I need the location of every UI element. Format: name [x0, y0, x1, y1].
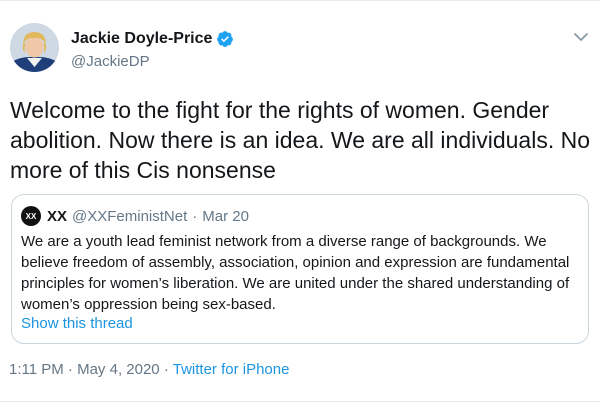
quoted-tweet-text: We are a youth lead feminist network fro…: [21, 233, 570, 313]
tweet-time[interactable]: 1:11 PM: [9, 361, 64, 378]
tweet-text: Welcome to the fight for the rights of w…: [10, 97, 590, 183]
quoted-tweet[interactable]: XX XX @XXFeministNet · Mar 20 We are a y…: [11, 194, 589, 344]
author-avatar[interactable]: [10, 23, 59, 72]
author-handle[interactable]: @JackieDP: [71, 53, 150, 70]
meta-separator: ·: [163, 361, 169, 378]
tweet-card: Jackie Doyle-Price @JackieDP Welcome to …: [0, 0, 600, 402]
show-thread-link[interactable]: Show this thread: [21, 315, 133, 332]
quoted-author-avatar[interactable]: XX: [21, 206, 41, 226]
quoted-author-name[interactable]: XX: [47, 208, 67, 225]
quoted-tweet-header: XX XX @XXFeministNet · Mar 20: [21, 206, 249, 226]
quoted-date[interactable]: Mar 20: [202, 208, 249, 225]
author-name[interactable]: Jackie Doyle-Price: [71, 30, 234, 48]
quoted-separator: ·: [192, 207, 198, 225]
author-name-text[interactable]: Jackie Doyle-Price: [71, 30, 212, 48]
meta-separator: ·: [67, 361, 73, 378]
verified-badge-icon: [217, 31, 234, 47]
tweet-date[interactable]: May 4, 2020: [77, 361, 160, 378]
tweet-meta: 1:11 PM · May 4, 2020 · Twitter for iPho…: [9, 361, 289, 378]
tweet-source-link[interactable]: Twitter for iPhone: [173, 361, 290, 378]
avatar-portrait-image: [10, 23, 59, 72]
chevron-down-icon[interactable]: [573, 31, 589, 43]
quoted-author-handle[interactable]: @XXFeministNet: [72, 208, 187, 225]
